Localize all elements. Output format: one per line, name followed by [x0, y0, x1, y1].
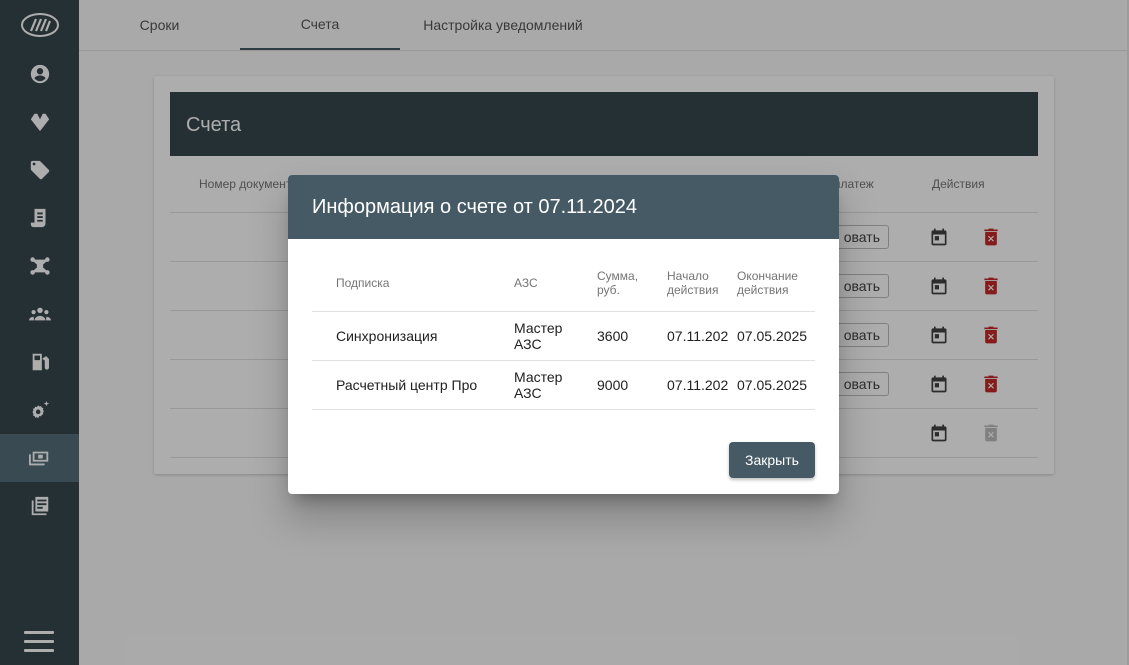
col-start-line2: действия	[667, 283, 719, 297]
cell-sum: 3600	[597, 328, 629, 344]
cell-subscription: Расчетный центр Про	[336, 377, 478, 393]
col-start: Начало действия	[667, 269, 718, 297]
cell-station: Мастер АЗС	[514, 320, 562, 352]
cell-end: 07.05.2025	[737, 328, 808, 344]
cell-subscription: Синхронизация	[336, 328, 438, 344]
col-sum-line2: руб.	[597, 283, 620, 297]
cell-start: 07.11.202	[667, 328, 729, 344]
cell-end: 07.05.2025	[737, 377, 808, 393]
cell-sum: 9000	[597, 377, 629, 393]
close-button[interactable]: Закрыть	[729, 442, 815, 478]
cell-station-line2: АЗС	[514, 385, 542, 401]
cell-station-line1: Мастер	[514, 320, 563, 336]
col-end-line2: действия	[737, 283, 789, 297]
col-sum-line1: Сумма,	[597, 269, 639, 283]
row-divider	[312, 409, 815, 410]
col-end: Окончание действия	[737, 269, 798, 297]
col-end-line1: Окончание	[737, 269, 798, 283]
cell-station: Мастер АЗС	[514, 369, 562, 401]
col-sum: Сумма, руб.	[597, 269, 638, 297]
col-start-line1: Начало	[667, 269, 709, 283]
dialog-title: Информация о счете от 07.11.2024	[288, 175, 839, 239]
invoice-info-dialog: Информация о счете от 07.11.2024 Подписк…	[288, 175, 839, 494]
cell-start: 07.11.202	[667, 377, 729, 393]
col-station: АЗС	[514, 276, 538, 290]
row-divider	[312, 311, 815, 312]
cell-station-line1: Мастер	[514, 369, 563, 385]
col-subscription: Подписка	[336, 276, 390, 290]
row-divider	[312, 360, 815, 361]
cell-station-line2: АЗС	[514, 336, 542, 352]
